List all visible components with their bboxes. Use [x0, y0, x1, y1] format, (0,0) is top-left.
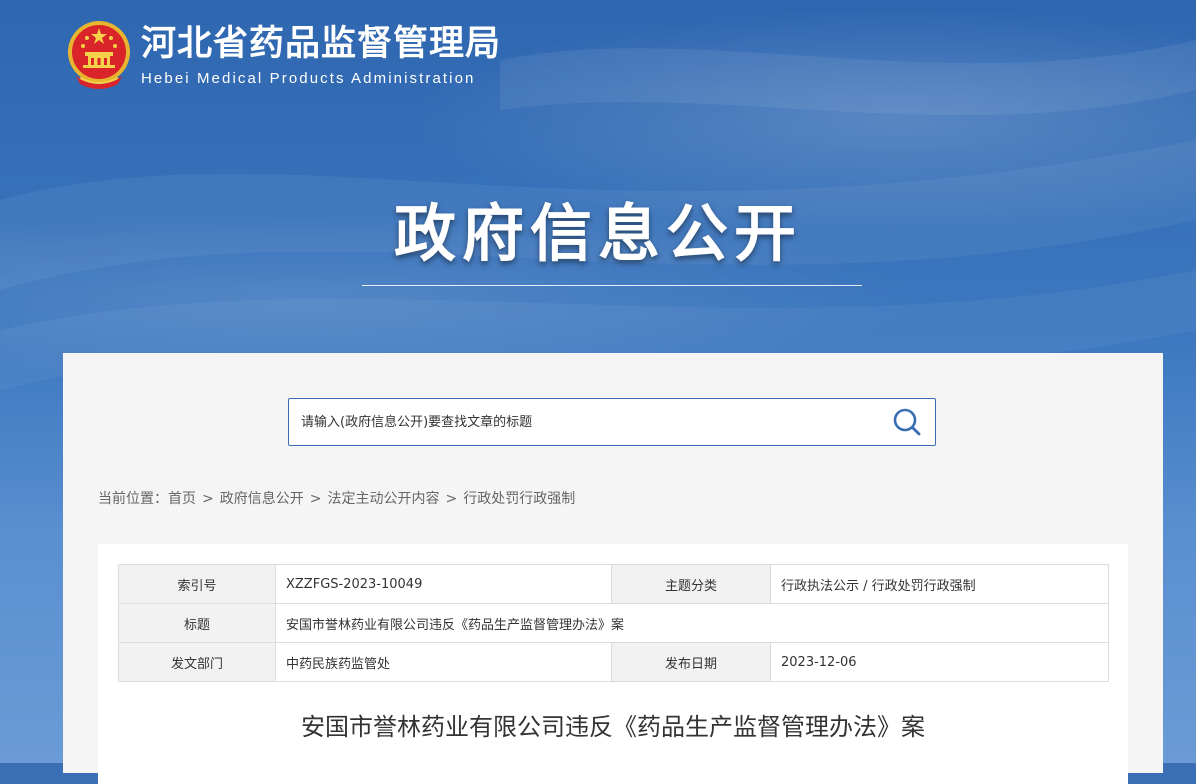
site-name: 河北省药品监督管理局	[141, 23, 502, 64]
search-input[interactable]	[301, 399, 861, 445]
breadcrumb-separator: >	[445, 491, 458, 507]
breadcrumb-admin-penalty[interactable]: 行政处罚行政强制	[463, 491, 575, 507]
site-name-english: Hebei Medical Products Administration	[141, 70, 476, 87]
hero-divider	[362, 285, 862, 286]
topic-value: 行政执法公示 / 行政处罚行政强制	[770, 564, 1109, 604]
breadcrumb-home[interactable]: 首页	[168, 491, 196, 507]
title-label: 标题	[118, 603, 276, 643]
article-card: 索引号 XZZFGS-2023-10049 主题分类 行政执法公示 / 行政处罚…	[98, 544, 1128, 784]
national-emblem-icon	[68, 21, 130, 89]
hero-title: 政府信息公开	[393, 197, 802, 270]
article-title: 安国市誉林药业有限公司违反《药品生产监督管理办法》案	[301, 713, 925, 741]
breadcrumb: 当前位置：首页 > 政府信息公开 > 法定主动公开内容 > 行政处罚行政强制	[98, 489, 575, 509]
search-button[interactable]	[889, 405, 925, 439]
article-meta-table: 索引号 XZZFGS-2023-10049 主题分类 行政执法公示 / 行政处罚…	[118, 564, 1109, 682]
table-row: 标题 安国市誉林药业有限公司违反《药品生产监督管理办法》案	[118, 603, 1109, 643]
breadcrumb-separator: >	[309, 491, 322, 507]
search-box	[288, 398, 936, 446]
topic-label: 主题分类	[611, 564, 771, 604]
content-panel: 当前位置：首页 > 政府信息公开 > 法定主动公开内容 > 行政处罚行政强制 索引号 XZZ…	[63, 353, 1163, 784]
title-value: 安国市誉林药业有限公司违反《药品生产监督管理办法》案	[275, 603, 1109, 643]
publish-date-label: 发布日期	[611, 642, 771, 682]
breadcrumb-separator: >	[202, 491, 214, 507]
breadcrumb-gov-info[interactable]: 政府信息公开	[220, 491, 304, 507]
breadcrumb-statutory-content[interactable]: 法定主动公开内容	[327, 491, 439, 507]
department-label: 发文部门	[118, 642, 276, 682]
table-row: 发文部门 中药民族药监管处 发布日期 2023-12-06	[118, 642, 1109, 682]
department-value: 中药民族药监管处	[275, 642, 612, 682]
publish-date-value: 2023-12-06	[770, 642, 1109, 682]
breadcrumb-prefix: 当前位置：	[98, 491, 168, 507]
search-icon	[893, 408, 921, 436]
table-row: 索引号 XZZFGS-2023-10049 主题分类 行政执法公示 / 行政处罚…	[118, 564, 1109, 604]
index-number-label: 索引号	[118, 564, 276, 604]
index-number-value: XZZFGS-2023-10049	[275, 564, 612, 604]
